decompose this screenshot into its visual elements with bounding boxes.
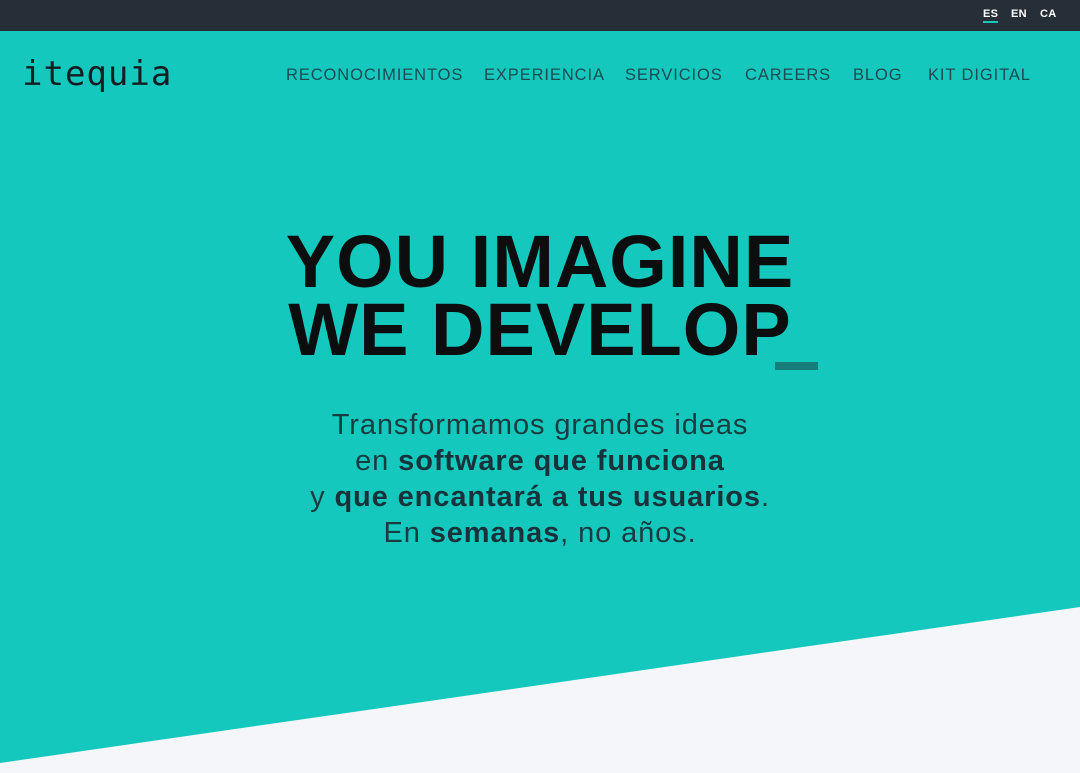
nav-item-servicios[interactable]: SERVICIOS (625, 66, 723, 85)
nav-item-kit-digital[interactable]: KIT DIGITAL (928, 66, 1031, 85)
language-en-link[interactable]: EN (1011, 8, 1027, 20)
language-es-link[interactable]: ES (983, 8, 999, 23)
hero-headline-line-2: WE DEVELOP (288, 288, 792, 371)
hero-headline-line-1: YOU IMAGINE (285, 220, 795, 303)
nav-item-experiencia[interactable]: EXPERIENCIA (484, 66, 605, 85)
section-divider-wedge (0, 607, 1080, 773)
tagline-text: , no años. (560, 517, 697, 549)
tagline-line-1: Transformamos grandes ideas (331, 409, 749, 441)
tagline-emphasis: semanas (429, 517, 561, 549)
hero-tagline: Transformamos grandes ideas en software … (0, 407, 1080, 551)
tagline-text: en (355, 445, 399, 477)
language-ca-link[interactable]: CA (1040, 8, 1057, 20)
nav-item-blog[interactable]: BLOG (853, 66, 902, 85)
tagline-emphasis: software que funciona (398, 445, 725, 477)
tagline-text: y (310, 481, 335, 513)
tagline-text: . (760, 481, 770, 513)
tagline-line-3: y que encantará a tus usuarios. (0, 479, 1080, 515)
main-nav: RECONOCIMIENTOS EXPERIENCIA SERVICIOS CA… (0, 66, 1080, 86)
tagline-text: En (383, 517, 430, 549)
language-bar: ES EN CA (0, 0, 1080, 31)
nav-item-reconocimientos[interactable]: RECONOCIMIENTOS (286, 66, 463, 85)
hero-headline: YOU IMAGINE WE DEVELOP (0, 220, 1080, 371)
nav-item-careers[interactable]: CAREERS (745, 66, 831, 85)
tagline-emphasis: que encantará a tus usuarios (334, 481, 761, 513)
typing-cursor (775, 362, 818, 370)
tagline-line-4: En semanas, no años. (0, 515, 1080, 551)
tagline-line-2: en software que funciona (0, 443, 1080, 479)
